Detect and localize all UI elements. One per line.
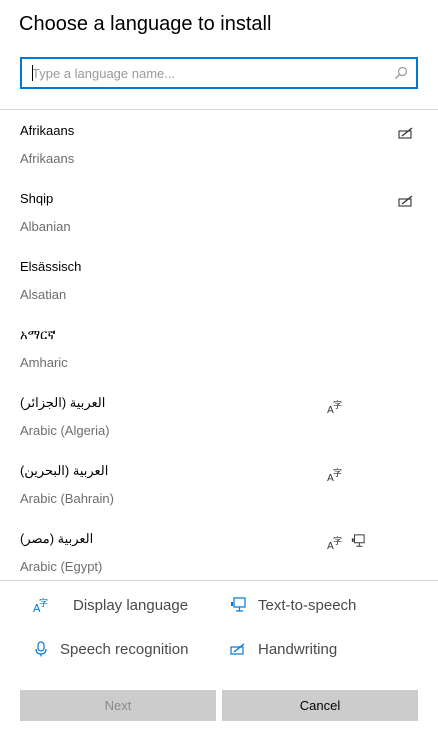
search-box[interactable] xyxy=(20,57,418,89)
svg-text:字: 字 xyxy=(333,468,342,479)
language-native-name: العربية (الجزائر) xyxy=(20,395,106,410)
next-button[interactable]: Next xyxy=(20,690,216,721)
svg-text:字: 字 xyxy=(333,400,342,411)
language-native-name: Elsässisch xyxy=(20,259,82,274)
svg-text:字: 字 xyxy=(333,536,342,547)
language-english-name: Arabic (Bahrain) xyxy=(20,491,114,506)
legend-speech-recognition: Speech recognition xyxy=(33,639,223,661)
text-caret xyxy=(32,65,33,81)
legend-label: Handwriting xyxy=(258,641,338,658)
language-item-arabic-bahrain[interactable]: العربية (البحرين) Arabic (Bahrain) A 字 xyxy=(0,450,438,518)
language-english-name: Amharic xyxy=(20,355,68,370)
language-english-name: Albanian xyxy=(20,219,71,234)
svg-text:字: 字 xyxy=(39,597,48,609)
legend-text-to-speech: Text-to-speech xyxy=(230,595,410,617)
language-english-name: Afrikaans xyxy=(20,151,75,166)
text-to-speech-icon xyxy=(351,534,365,547)
language-item-albanian[interactable]: Shqip Albanian xyxy=(0,178,438,246)
cancel-button[interactable]: Cancel xyxy=(222,690,418,721)
language-native-name: አማርኛ xyxy=(20,327,56,342)
language-english-name: Arabic (Algeria) xyxy=(20,423,110,438)
legend-label: Text-to-speech xyxy=(258,597,357,614)
legend-label: Display language xyxy=(73,597,189,614)
search-input[interactable] xyxy=(32,59,382,87)
dialog-title: Choose a language to install xyxy=(19,13,272,35)
handwriting-icon xyxy=(398,195,413,207)
language-english-name: Arabic (Egypt) xyxy=(20,559,103,574)
handwriting-icon xyxy=(398,127,413,139)
display-language-icon: A 字 xyxy=(33,597,48,613)
microphone-icon xyxy=(35,641,47,657)
legend-handwriting: Handwriting xyxy=(230,639,390,661)
language-native-name: العربية (مصر) xyxy=(20,531,94,546)
display-language-icon: A 字 xyxy=(327,400,342,414)
handwriting-icon xyxy=(230,643,245,655)
language-native-name: Shqip xyxy=(20,191,54,206)
display-language-icon: A 字 xyxy=(327,468,342,482)
language-item-alsatian[interactable]: Elsässisch Alsatian xyxy=(0,246,438,314)
language-native-name: العربية (البحرين) xyxy=(20,463,109,478)
language-item-arabic-egypt[interactable]: العربية (مصر) Arabic (Egypt) A 字 xyxy=(0,518,438,580)
divider xyxy=(0,580,438,581)
language-english-name: Alsatian xyxy=(20,287,67,302)
language-item-afrikaans[interactable]: Afrikaans Afrikaans xyxy=(0,110,438,178)
display-language-icon: A 字 xyxy=(327,536,342,550)
text-to-speech-icon xyxy=(231,597,246,612)
language-item-arabic-algeria[interactable]: العربية (الجزائر) Arabic (Algeria) A 字 xyxy=(0,382,438,450)
language-native-name: Afrikaans xyxy=(20,123,75,138)
legend-display-language: A 字 Display language xyxy=(33,595,203,617)
search-icon[interactable] xyxy=(394,66,408,80)
legend-label: Speech recognition xyxy=(60,641,189,658)
language-list[interactable]: Afrikaans Afrikaans Shqip Albanian Elsäs… xyxy=(0,110,438,580)
language-item-amharic[interactable]: አማርኛ Amharic xyxy=(0,314,438,382)
